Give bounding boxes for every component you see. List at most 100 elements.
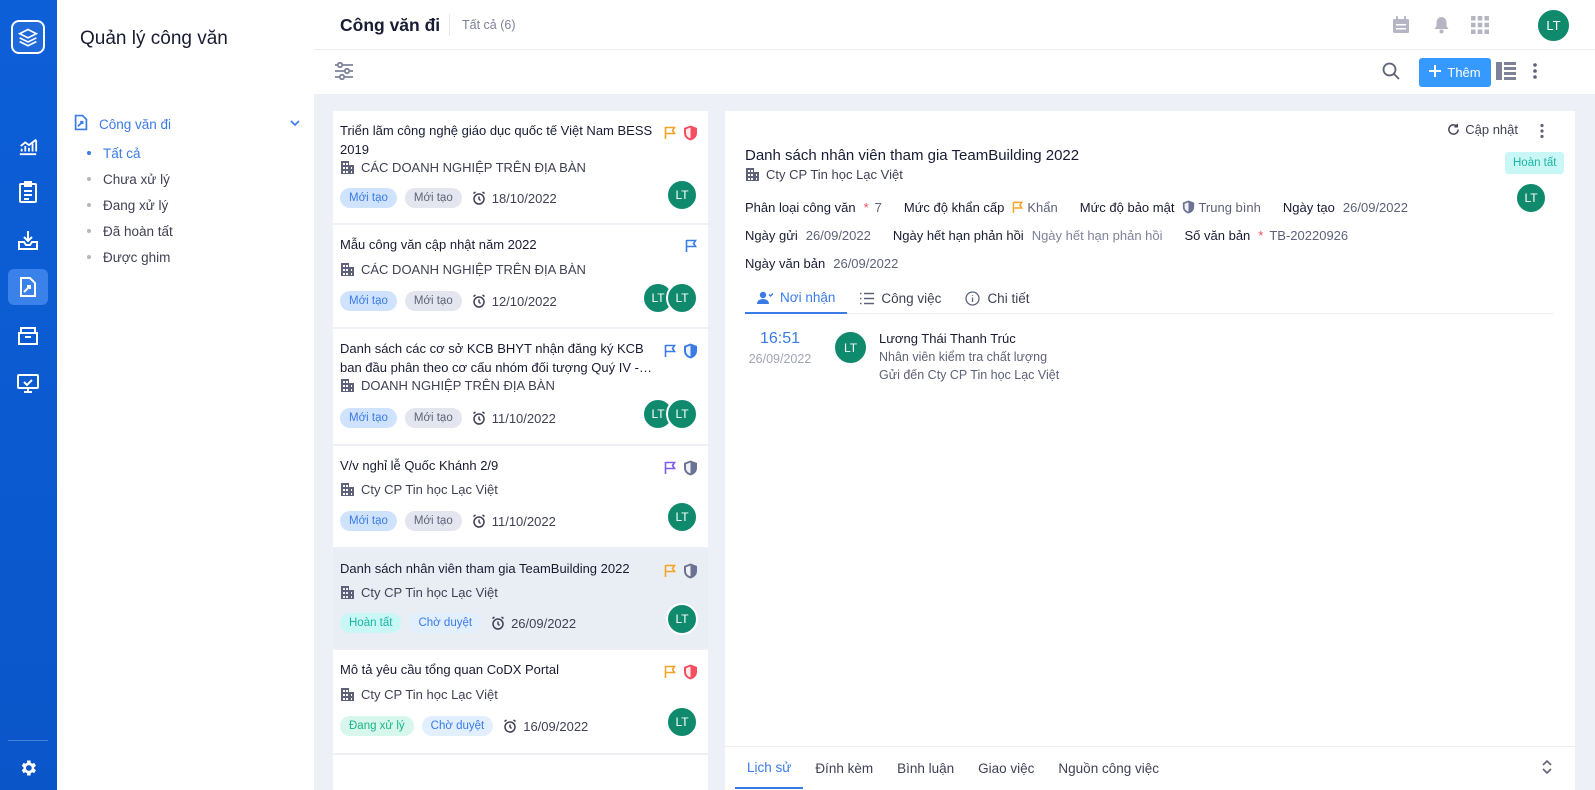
list-item[interactable]: Danh sách các cơ sở KCB BHYT nhận đăng k… xyxy=(333,329,708,445)
expand-collapse-icon[interactable] xyxy=(1541,759,1553,778)
list-item[interactable]: Triển lãm công nghệ giáo dục quốc tế Việ… xyxy=(333,111,708,224)
monitor-check-icon[interactable] xyxy=(8,365,48,401)
avatar[interactable]: LT xyxy=(666,501,698,533)
field-value: Trung bình xyxy=(1182,200,1261,215)
user-avatar[interactable]: LT xyxy=(1536,8,1571,43)
bullet-dot xyxy=(87,229,91,233)
avatar[interactable]: LT xyxy=(666,179,698,211)
clipboard-list-icon[interactable] xyxy=(8,174,48,210)
item-org-label: Cty CP Tin học Lạc Việt xyxy=(361,482,498,497)
entry-time: 16:51 xyxy=(759,330,801,347)
item-flags xyxy=(664,664,698,680)
item-avatars: LT xyxy=(666,501,698,533)
list-item[interactable]: Mô tả yêu cầu tổng quan CoDX Portal Cty … xyxy=(333,650,708,754)
tab-recipients[interactable]: Nơi nhận xyxy=(745,283,848,314)
required-mark: * xyxy=(1258,227,1264,243)
item-flags xyxy=(664,460,698,476)
field-label: Mức độ bảo mật xyxy=(1079,199,1175,215)
item-date-label: 26/09/2022 xyxy=(511,615,577,631)
field-type: Phân loại công văn * 7 xyxy=(745,200,882,215)
analytics-icon[interactable] xyxy=(8,128,48,164)
item-flags xyxy=(685,239,698,253)
info-icon xyxy=(965,291,981,306)
sidebar-item-label: Tất cả xyxy=(103,145,141,161)
list-item[interactable]: V/v nghỉ lễ Quốc Khánh 2/9 Cty CP Tin họ… xyxy=(333,446,708,548)
filter-sliders-icon[interactable] xyxy=(334,61,354,83)
nav-sub-list: Tất cả Chưa xử lý Đang xử lý Đã hoàn tất… xyxy=(73,140,301,270)
add-button-label: Thêm xyxy=(1447,65,1481,80)
building-icon xyxy=(341,161,354,174)
item-avatars: LT LT xyxy=(642,282,698,314)
tab-attachments[interactable]: Đính kèm xyxy=(803,747,885,789)
avatar[interactable]: LT xyxy=(666,706,698,738)
list-layout-icon[interactable] xyxy=(1496,62,1516,83)
item-date: 16/09/2022 xyxy=(503,719,588,734)
item-date: 11/10/2022 xyxy=(472,514,556,529)
status-badge: Mới tạo xyxy=(340,408,397,428)
apps-grid-icon[interactable] xyxy=(1469,14,1491,36)
sidebar-item-pinned[interactable]: Được ghim xyxy=(73,244,301,270)
sidebar-item-processing[interactable]: Đang xử lý xyxy=(73,192,301,218)
sidebar-item-all[interactable]: Tất cả xyxy=(73,140,301,166)
tab-comments[interactable]: Bình luận xyxy=(885,747,966,789)
field-placeholder: Ngày hết hạn phản hồi xyxy=(1031,227,1163,243)
calendar-icon[interactable] xyxy=(1390,14,1412,36)
list-item[interactable]: Mẫu công văn cập nhật năm 2022 CÁC DOANH… xyxy=(333,225,708,328)
avatar[interactable]: LT xyxy=(833,330,868,365)
entry-date: 26/09/2022 xyxy=(748,352,812,366)
layers-logo-icon[interactable] xyxy=(11,20,45,54)
flag-icon xyxy=(664,461,676,474)
item-meta: Mới tạo Mới tạo 11/10/2022 xyxy=(340,408,556,428)
item-avatars: LT xyxy=(666,706,698,738)
entry-role: Nhân viên kiểm tra chất lượng xyxy=(879,350,1048,364)
search-icon[interactable] xyxy=(1382,62,1400,83)
item-org-label: Cty CP Tin học Lạc Việt xyxy=(361,585,498,600)
tab-assign[interactable]: Giao việc xyxy=(966,747,1046,789)
detail-panel: Cập nhật Danh sách nhân viên tham gia Te… xyxy=(725,111,1575,790)
detail-title: Danh sách nhân viên tham gia TeamBuildin… xyxy=(745,147,1080,164)
refresh-label: Cập nhật xyxy=(1465,122,1518,137)
archive-box-icon[interactable] xyxy=(8,318,48,354)
status-badge: Hoàn tất xyxy=(1505,152,1565,174)
gear-icon[interactable] xyxy=(8,750,48,786)
outgoing-document-icon[interactable] xyxy=(8,269,48,305)
alarm-clock-icon xyxy=(472,191,485,205)
more-vertical-icon[interactable] xyxy=(1532,62,1538,83)
item-title: Triển lãm công nghệ giáo dục quốc tế Việ… xyxy=(340,123,653,157)
bullet-dot xyxy=(87,255,91,259)
inbox-download-icon[interactable] xyxy=(8,222,48,258)
shield-icon xyxy=(1183,200,1195,214)
tab-tasks[interactable]: Công việc xyxy=(847,283,953,314)
list-item[interactable]: Danh sách nhân viên tham gia TeamBuildin… xyxy=(333,549,708,649)
bell-icon[interactable] xyxy=(1430,14,1452,36)
chevron-down-icon[interactable] xyxy=(289,117,301,132)
bottom-tabs: Lịch sử Đính kèm Bình luận Giao việc Ngu… xyxy=(725,746,1575,790)
field-docdate: Ngày văn bản 26/09/2022 xyxy=(745,256,898,271)
status-badge: Mới tạo xyxy=(404,408,462,428)
item-org: DOANH NGHIỆP TRÊN ĐỊA BÀN xyxy=(340,378,555,393)
sidebar-item-unprocessed[interactable]: Chưa xử lý xyxy=(73,166,301,192)
refresh-button[interactable]: Cập nhật xyxy=(1447,122,1518,137)
shield-icon xyxy=(684,460,697,476)
list-item[interactable] xyxy=(333,755,708,790)
avatar[interactable]: LT xyxy=(666,398,698,430)
avatar[interactable]: LT xyxy=(666,282,698,314)
item-org-label: CÁC DOANH NGHIỆP TRÊN ĐỊA BÀN xyxy=(361,262,586,277)
avatar[interactable]: LT xyxy=(666,603,698,635)
item-org: Cty CP Tin học Lạc Việt xyxy=(340,585,498,600)
add-button[interactable]: Thêm xyxy=(1419,58,1491,87)
item-date: 11/10/2022 xyxy=(472,411,556,426)
tab-details[interactable]: Chi tiết xyxy=(953,283,1041,314)
avatar[interactable]: LT xyxy=(1515,182,1547,214)
tab-task-source[interactable]: Nguồn công việc xyxy=(1046,747,1171,789)
flag-icon xyxy=(664,344,676,357)
field-row: Phân loại công văn * 7 Mức độ khẩn cấp Khẩn… xyxy=(745,193,1505,221)
detail-org-label: Cty CP Tin học Lạc Việt xyxy=(766,167,903,182)
shield-icon xyxy=(684,664,697,680)
field-row: Ngày văn bản 26/09/2022 xyxy=(745,249,1505,277)
sidebar-item-completed[interactable]: Đã hoàn tất xyxy=(73,218,301,244)
field-value: TB-20220926 xyxy=(1269,227,1349,243)
more-vertical-icon[interactable] xyxy=(1539,123,1545,142)
tab-history[interactable]: Lịch sử xyxy=(735,747,804,789)
nav-group-header[interactable]: Công văn đi xyxy=(73,114,301,134)
